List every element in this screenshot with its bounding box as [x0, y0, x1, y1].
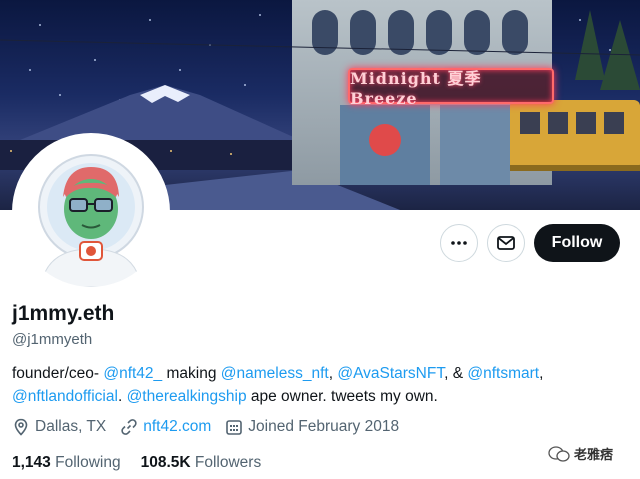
wechat-icon	[548, 445, 570, 462]
astronaut-avatar-illustration	[38, 154, 144, 287]
display-name: j1mmy.eth	[12, 302, 115, 325]
following-link[interactable]: 1,143 Following	[12, 454, 121, 472]
calendar-icon	[226, 420, 243, 435]
bio-text: ,	[539, 365, 544, 382]
neon-sign: Midnight 夏季 Breeze	[348, 68, 554, 108]
mention-link[interactable]: @nftlandofficial	[12, 388, 118, 405]
joined-text: Joined February 2018	[248, 418, 400, 435]
location-text: Dallas, TX	[35, 418, 107, 435]
following-label: Following	[55, 454, 121, 471]
location-item: Dallas, TX	[12, 418, 106, 436]
envelope-icon	[497, 236, 515, 250]
link-icon	[121, 419, 137, 435]
follow-stats: 1,143 Following 108.5K Followers	[12, 454, 281, 472]
profile-bio: founder/ceo- @nft42_ making @nameless_nf…	[12, 362, 612, 408]
bio-text: .	[117, 388, 127, 405]
watermark-text: 老雅痞	[574, 447, 614, 462]
joined-item: Joined February 2018	[225, 418, 399, 436]
bio-text: , &	[444, 365, 468, 382]
user-handle: @j1mmyeth	[12, 331, 93, 348]
more-dots-icon	[451, 241, 467, 245]
mention-link[interactable]: @nftsmart	[467, 365, 539, 382]
profile-meta: Dallas, TX nft42.com Joined February 201…	[12, 418, 413, 436]
mention-link[interactable]: @nft42_	[103, 365, 162, 382]
bio-text: making	[162, 365, 221, 382]
follow-button[interactable]: Follow	[534, 224, 620, 262]
location-pin-icon	[14, 418, 28, 436]
followers-link[interactable]: 108.5K Followers	[141, 454, 262, 472]
mention-link[interactable]: @AvaStarsNFT	[337, 365, 444, 382]
followers-count: 108.5K	[140, 454, 191, 471]
profile-avatar[interactable]	[12, 133, 170, 291]
website-item: nft42.com	[120, 418, 211, 436]
website-link[interactable]: nft42.com	[143, 418, 211, 436]
bio-text: ape owner. tweets my own.	[246, 388, 438, 405]
mention-link[interactable]: @nameless_nft	[221, 365, 329, 382]
following-count: 1,143	[12, 454, 51, 471]
bio-text: founder/ceo-	[12, 365, 104, 382]
message-button[interactable]	[487, 224, 525, 262]
more-options-button[interactable]	[440, 224, 478, 262]
followers-label: Followers	[194, 454, 262, 471]
watermark: 老雅痞	[548, 444, 613, 463]
mention-link[interactable]: @therealkingship	[127, 388, 247, 405]
